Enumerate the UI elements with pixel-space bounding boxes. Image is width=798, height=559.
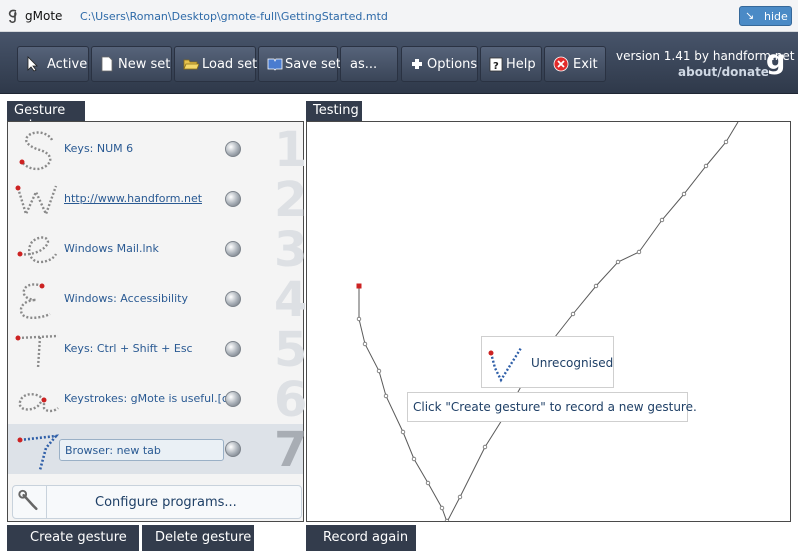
cursor-icon <box>27 56 38 72</box>
gesture-row[interactable]: Windows: Accessibility 4 <box>8 274 307 324</box>
gesture-status-icon[interactable] <box>225 241 241 257</box>
configure-programs-label: Configure programs... <box>95 495 237 510</box>
help-icon: ? <box>489 57 503 72</box>
brand-logo: g <box>766 45 786 76</box>
options-button[interactable]: Options <box>401 46 478 82</box>
gesture-status-icon[interactable] <box>225 291 241 307</box>
options-label: Options <box>427 57 478 72</box>
gesture-status-icon[interactable] <box>225 441 241 457</box>
gesture-label[interactable]: http://www.handform.net <box>64 192 202 205</box>
gesture-number: 4 <box>274 272 308 328</box>
title-bar: gMote C:\Users\Roman\Desktop\gmote-full\… <box>0 0 798 32</box>
recorded-gesture-thumbnail <box>488 347 523 383</box>
gesture-label: Keys: Ctrl + Shift + Esc <box>64 342 193 355</box>
save-as-label: as... <box>350 57 378 72</box>
arrow-icon: ↘ <box>745 9 755 22</box>
toolbar: Active New set Load set Save set as... O… <box>0 32 798 94</box>
svg-text:?: ? <box>493 61 499 72</box>
active-label: Active <box>47 57 88 72</box>
load-set-button[interactable]: Load set <box>174 46 258 82</box>
exit-label: Exit <box>573 57 598 72</box>
record-again-button[interactable]: Record again <box>306 525 416 551</box>
save-as-button[interactable]: as... <box>340 46 398 82</box>
gesture-status-icon[interactable] <box>225 341 241 357</box>
testing-area[interactable]: Unrecognised Click "Create gesture" to r… <box>306 121 791 522</box>
gesture-glyph <box>19 283 51 319</box>
open-folder-icon <box>183 59 199 70</box>
testing-header: Testing <box>306 101 362 121</box>
gesture-glyph <box>15 185 58 218</box>
help-button[interactable]: ? Help <box>480 46 542 82</box>
record-again-label: Record again <box>323 530 409 545</box>
gesture-glyph <box>15 334 59 369</box>
gesture-set-header: Gesture set <box>7 101 85 133</box>
delete-gesture-button[interactable]: Delete gesture <box>142 525 254 551</box>
gesture-number: 2 <box>274 172 308 228</box>
app-name: gMote <box>25 9 63 23</box>
plus-icon <box>412 59 422 69</box>
hint-text: Click "Create gesture" to record a new g… <box>413 400 697 414</box>
gesture-label-field[interactable]: Browser: new tab <box>59 439 224 461</box>
new-set-button[interactable]: New set <box>91 46 172 82</box>
exit-icon <box>553 56 569 72</box>
recognition-status: Unrecognised <box>531 356 614 370</box>
create-gesture-button[interactable]: Create gesture <box>7 525 139 551</box>
gesture-trace <box>356 122 739 521</box>
new-set-label: New set <box>118 57 171 72</box>
gesture-label: Windows: Accessibility <box>64 292 188 305</box>
save-set-label: Save set <box>285 57 341 72</box>
exit-button[interactable]: Exit <box>544 46 606 82</box>
gesture-number: 1 <box>274 122 308 178</box>
file-path: C:\Users\Roman\Desktop\gmote-full\Gettin… <box>80 10 388 23</box>
recognition-result: Unrecognised <box>481 336 614 388</box>
gesture-number: 7 <box>274 422 308 478</box>
gesture-number: 3 <box>274 222 308 278</box>
gesture-status-icon[interactable] <box>225 391 241 407</box>
gesture-row[interactable]: Windows Mail.lnk 3 <box>8 224 307 274</box>
load-set-label: Load set <box>202 57 258 72</box>
gesture-glyph <box>17 236 58 264</box>
gesture-glyph <box>17 434 60 471</box>
wrench-icon <box>18 486 47 518</box>
save-set-button[interactable]: Save set <box>258 46 341 82</box>
gesture-label: Keystrokes: gMote is useful.[ctrl <box>64 392 232 405</box>
active-button[interactable]: Active <box>17 46 89 82</box>
gesture-status-icon[interactable] <box>225 191 241 207</box>
book-icon <box>267 58 283 71</box>
gesture-row[interactable]: Keystrokes: gMote is useful.[ctrl 6 <box>8 374 307 424</box>
gesture-status-icon[interactable] <box>225 141 241 157</box>
gesture-glyph <box>18 393 59 413</box>
hint-tooltip: Click "Create gesture" to record a new g… <box>407 392 697 422</box>
help-label: Help <box>506 57 536 72</box>
gesture-number: 6 <box>274 372 308 428</box>
gesture-label: Browser: new tab <box>65 444 161 457</box>
gesture-row[interactable]: Keys: Ctrl + Shift + Esc 5 <box>8 324 307 374</box>
delete-gesture-label: Delete gesture <box>155 530 252 545</box>
create-gesture-label: Create gesture <box>30 530 127 545</box>
gesture-number: 5 <box>274 322 308 378</box>
gesture-label: Keys: NUM 6 <box>64 142 134 155</box>
hide-button[interactable]: ↘ hide <box>739 6 792 26</box>
new-document-icon <box>101 56 113 72</box>
configure-programs-button[interactable]: Configure programs... <box>12 485 302 519</box>
gesture-glyph <box>19 131 54 171</box>
about-donate-link[interactable]: about/donate <box>678 65 769 79</box>
hide-label: hide <box>764 10 788 23</box>
gesture-label: Windows Mail.lnk <box>64 242 159 255</box>
gesture-row[interactable]: Keys: NUM 6 1 <box>8 124 307 174</box>
gesture-row[interactable]: http://www.handform.net 2 <box>8 174 307 224</box>
gesture-row-selected[interactable]: Browser: new tab 7 <box>8 424 307 474</box>
gesture-set-panel: Keys: NUM 6 1 http://www.handform.net 2 … <box>7 121 307 522</box>
gmote-logo-icon <box>8 9 17 24</box>
